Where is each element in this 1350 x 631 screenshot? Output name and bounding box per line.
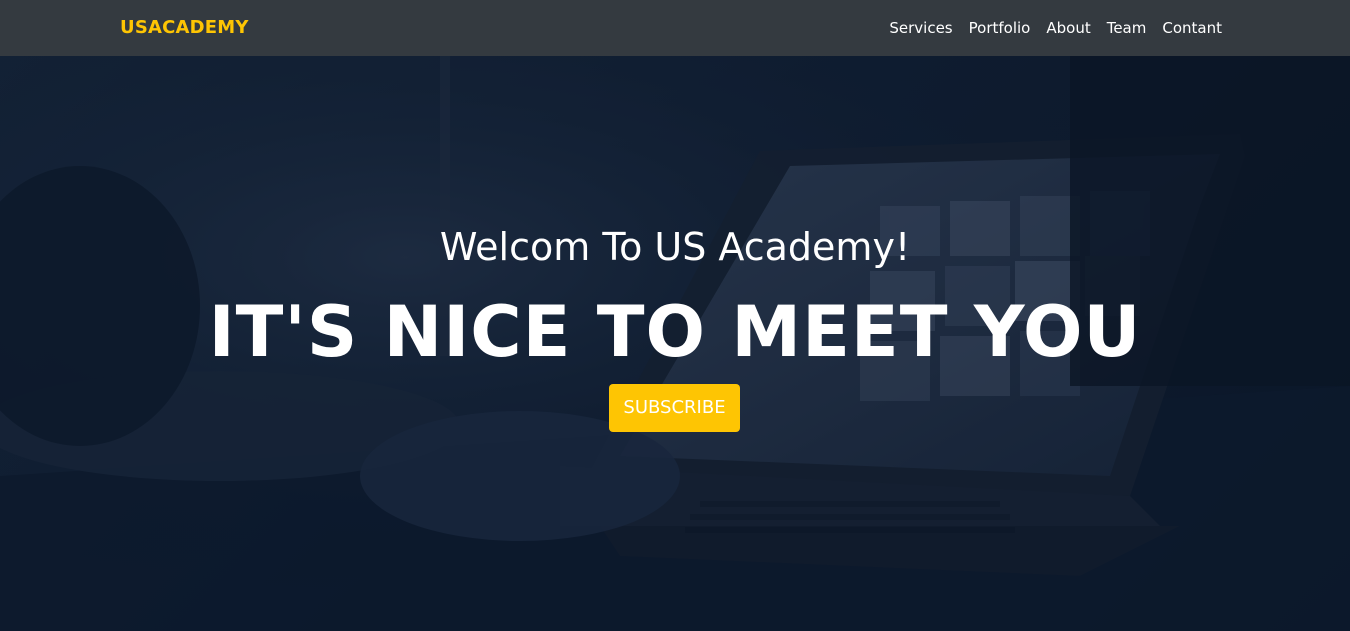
nav-item-services[interactable]: Services — [889, 17, 952, 39]
landing-page: USACADEMY Services Portfolio About Team … — [0, 0, 1350, 631]
hero-welcome-text: Welcom To US Academy! — [439, 225, 911, 269]
nav-item-contact[interactable]: Contant — [1162, 17, 1222, 39]
brand-logo[interactable]: USACADEMY — [120, 16, 249, 40]
nav-item-about[interactable]: About — [1046, 17, 1090, 39]
hero-section: Welcom To US Academy! IT'S NICE TO MEET … — [0, 56, 1350, 631]
nav-links: Services Portfolio About Team Contant — [889, 17, 1222, 39]
subscribe-button[interactable]: SUBSCRIBE — [609, 384, 740, 432]
nav-item-team[interactable]: Team — [1107, 17, 1147, 39]
navbar: USACADEMY Services Portfolio About Team … — [0, 0, 1350, 56]
nav-item-portfolio[interactable]: Portfolio — [969, 17, 1031, 39]
hero-headline: IT'S NICE TO MEET YOU — [208, 291, 1142, 373]
